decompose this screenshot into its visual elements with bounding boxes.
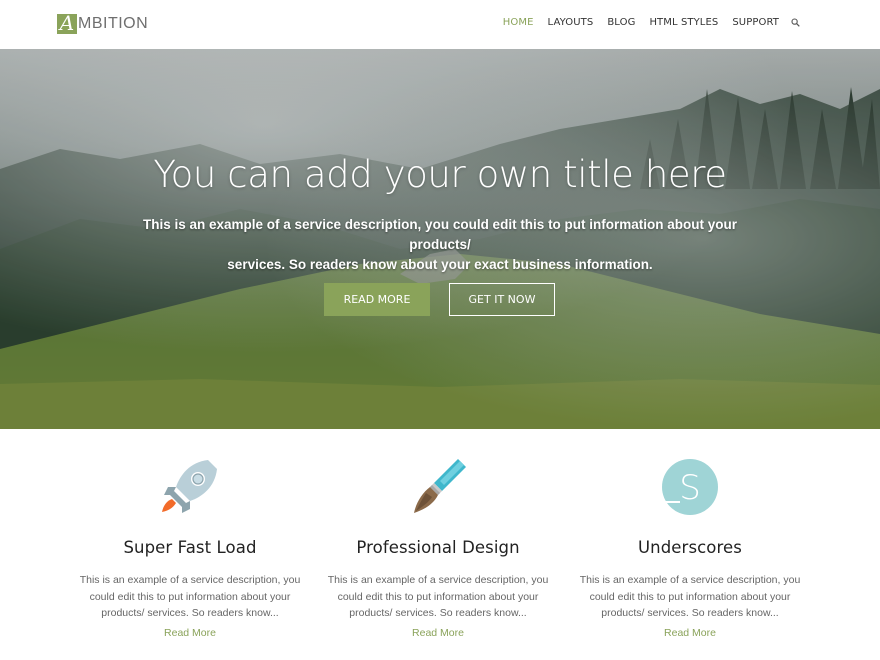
feature-description-line: products/ services. So readers know... — [101, 607, 279, 619]
paintbrush-icon — [408, 457, 468, 517]
feature-description-line: could edit this to put information about… — [337, 590, 539, 603]
search-icon[interactable] — [791, 18, 800, 27]
logo-mark: A — [57, 14, 77, 34]
feature-description: This is an example of a service descript… — [323, 572, 553, 622]
get-it-now-button[interactable]: GET IT NOW — [449, 283, 555, 316]
logo-letter: A — [59, 14, 75, 34]
feature-description-line: This is an example of a service descript… — [79, 574, 301, 586]
feature-title: Professional Design — [356, 538, 520, 557]
read-more-link[interactable]: Read More — [575, 627, 805, 639]
rocket-icon — [160, 457, 220, 517]
feature-description: This is an example of a service descript… — [75, 572, 305, 622]
underscores-logo-icon: S — [660, 457, 720, 517]
hero-section: You can add your own title here This is … — [0, 49, 880, 429]
feature-description-line: products/ services. So readers know... — [601, 607, 779, 619]
site-header: A MBITION HOME LAYOUTS BLOG HTML STYLES … — [0, 0, 880, 49]
hero-description-line-2: services. So readers know about your exa… — [227, 257, 653, 272]
nav-item-support[interactable]: SUPPORT — [732, 17, 779, 28]
hero-description-line-1: This is an example of a service descript… — [142, 217, 738, 252]
hero-title: You can add your own title here — [153, 153, 727, 196]
feature-description-line: could edit this to put information about… — [589, 590, 791, 603]
feature-description-line: This is an example of a service descript… — [327, 574, 549, 586]
feature-description-line: This is an example of a service descript… — [579, 574, 801, 586]
feature-description-line: products/ services. So readers know... — [349, 607, 527, 619]
nav-item-layouts[interactable]: LAYOUTS — [548, 17, 594, 28]
read-more-link[interactable]: Read More — [75, 627, 305, 639]
feature-description-line: could edit this to put information about… — [89, 590, 291, 603]
read-more-link[interactable]: Read More — [323, 627, 553, 639]
site-logo[interactable]: A MBITION — [57, 14, 148, 34]
nav-item-html-styles[interactable]: HTML STYLES — [649, 17, 718, 28]
read-more-button[interactable]: READ MORE — [324, 283, 430, 316]
nav-item-home[interactable]: HOME — [503, 17, 534, 28]
svg-text:S: S — [679, 468, 701, 508]
features-section: Super Fast Load This is an example of a … — [0, 429, 880, 660]
main-nav: HOME LAYOUTS BLOG HTML STYLES SUPPORT — [503, 17, 800, 28]
feature-title: Super Fast Load — [123, 538, 257, 557]
feature-title: Underscores — [638, 538, 742, 557]
logo-text: MBITION — [78, 15, 149, 32]
hero-description: This is an example of a service descript… — [120, 215, 760, 275]
feature-description: This is an example of a service descript… — [575, 572, 805, 622]
nav-item-blog[interactable]: BLOG — [607, 17, 635, 28]
